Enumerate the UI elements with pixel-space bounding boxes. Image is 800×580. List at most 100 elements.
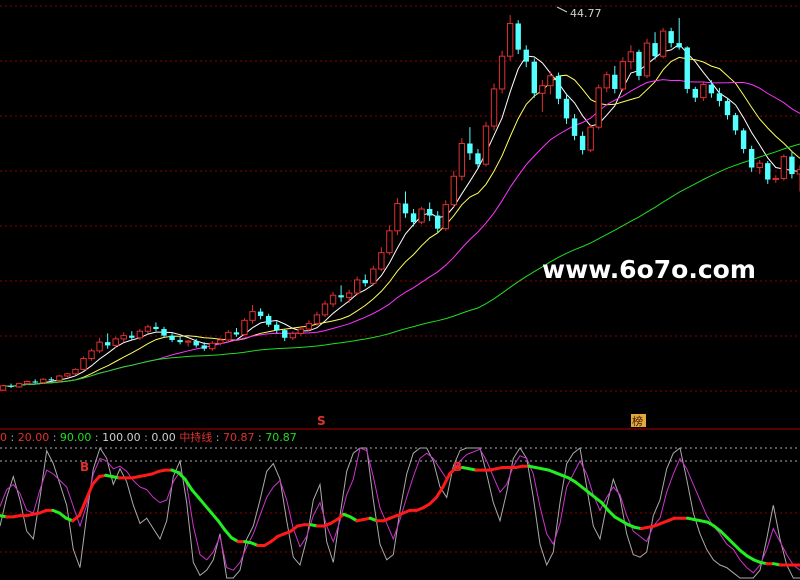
candle [394, 198, 401, 236]
candle-body [40, 378, 47, 384]
candle-body [274, 324, 280, 331]
candle [684, 46, 690, 94]
candle-body [579, 135, 586, 151]
candle [80, 356, 87, 371]
candle-body [708, 84, 715, 94]
candle [595, 84, 602, 130]
candle [498, 50, 506, 94]
candle-body [539, 85, 546, 94]
candle-body [482, 125, 490, 165]
candle [72, 368, 79, 375]
candle-body [475, 153, 481, 165]
candle-body [153, 326, 159, 330]
candle-body [64, 373, 71, 377]
indicator-legend-item: 0 [0, 431, 7, 444]
candle-body [780, 156, 788, 179]
candle-body [724, 100, 731, 116]
signal-s-marker: S [317, 414, 326, 428]
candle-body [716, 93, 723, 101]
indicator-legend-item: 70.87 [223, 431, 255, 444]
signal-bang-text: 榜 [632, 414, 643, 428]
candle-body [490, 88, 498, 127]
candle-body [692, 88, 698, 98]
candle-body [531, 61, 537, 94]
candle-body [426, 209, 433, 216]
candle-body [659, 30, 667, 57]
indicator-legend-item: 中持线 [179, 430, 212, 444]
candle-body [96, 341, 103, 352]
candle-body [765, 163, 771, 180]
candle-body [282, 330, 288, 338]
indicator-legend-item: 20.00 [18, 431, 50, 444]
candle-body [249, 311, 256, 321]
candle-body [515, 23, 521, 50]
candle-body [161, 329, 167, 336]
candle-body [700, 84, 707, 99]
candle-body [48, 379, 54, 381]
candle-body [169, 335, 175, 340]
candle-body [467, 143, 473, 154]
candle-body [652, 43, 658, 57]
candle [490, 83, 498, 131]
candle [442, 200, 449, 231]
candle-body [112, 338, 119, 346]
candle-body [676, 43, 682, 48]
indicator-legend-item: : [49, 431, 60, 444]
candle-body [338, 295, 344, 298]
candle-body [732, 115, 739, 131]
candle-body [120, 335, 127, 340]
candle-body [627, 51, 635, 63]
candle-body [450, 175, 458, 206]
indicator-legend-item: : [212, 431, 223, 444]
candle-body [136, 330, 144, 339]
candle-body [643, 42, 651, 77]
candle [458, 138, 466, 181]
candle-body [748, 148, 755, 168]
candle-body [80, 358, 87, 370]
candle-body [354, 279, 361, 294]
candle [450, 170, 458, 207]
candle-body [612, 74, 618, 89]
candle [587, 123, 594, 153]
stock-chart: 44.77 www.6o7o.com S 榜 0 : 20.00 : 90.00… [0, 0, 800, 580]
indicator-legend-item: 70.87 [265, 431, 297, 444]
candle-body [129, 335, 135, 338]
candle-body [789, 156, 795, 175]
candle [418, 206, 425, 225]
candle-body [56, 375, 63, 381]
candle [56, 374, 63, 382]
candle-body [571, 118, 578, 136]
candle-body [394, 203, 401, 232]
candle-body [265, 315, 272, 325]
candle-body [32, 381, 38, 383]
candle-body [233, 332, 240, 335]
candle-body [458, 143, 466, 177]
candle-body [435, 215, 441, 229]
indicator-legend-item: 100.00 [102, 431, 141, 444]
candle [636, 49, 642, 81]
watermark: www.6o7o.com [542, 255, 756, 284]
candle-body [362, 279, 368, 284]
candle [619, 57, 627, 92]
candle-body [370, 268, 377, 284]
candle [88, 348, 95, 361]
candle [241, 318, 248, 336]
candle-body [563, 98, 570, 119]
candle-body [772, 177, 779, 181]
candle-body [313, 314, 321, 325]
candle [0, 384, 7, 392]
candle [515, 20, 521, 55]
candle-body [8, 385, 14, 387]
candle-body [329, 294, 337, 305]
candle-body [619, 61, 627, 90]
candle-body [144, 326, 152, 332]
candle-body [241, 319, 248, 336]
candle [354, 276, 361, 296]
candle [531, 58, 537, 98]
indicator-legend-item: 90.00 [60, 431, 92, 444]
indicator-legend: 0 : 20.00 : 90.00 : 100.00 : 0.00 中持线 : … [0, 430, 297, 444]
candle [700, 82, 707, 101]
candle-body [756, 162, 763, 169]
candle-body [72, 368, 79, 375]
candle-body [305, 323, 313, 330]
